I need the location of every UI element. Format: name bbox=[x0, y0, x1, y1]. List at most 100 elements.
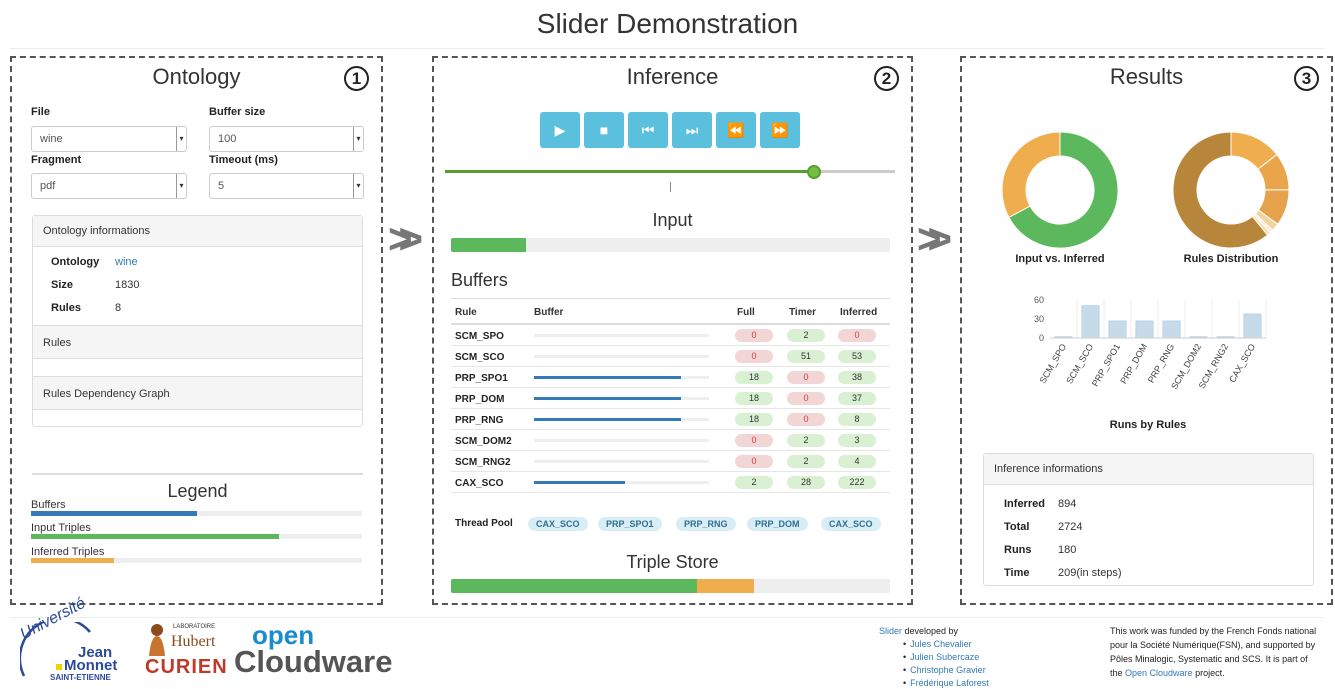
developer-link[interactable]: Julien Subercaze bbox=[903, 652, 989, 665]
step-forward-icon: ⏭ bbox=[685, 122, 699, 138]
buffer-row-cax-sco: CAX_SCO 2 28 222 bbox=[451, 472, 890, 493]
step-forward-button[interactable]: ⏭ bbox=[672, 112, 712, 148]
bar-prp-dom bbox=[1135, 320, 1154, 339]
bar-cax-sco bbox=[1243, 313, 1262, 339]
developer-link[interactable]: Christophe Gravier bbox=[903, 665, 989, 678]
legend-input-bar bbox=[31, 534, 362, 539]
fast-forward-icon: ⏩ bbox=[771, 122, 789, 138]
stop-button[interactable]: ■ bbox=[584, 112, 624, 148]
legend-inferred-label: Inferred Triples bbox=[31, 546, 105, 558]
developers-list: Jules Chevalier Julien Subercaze Christo… bbox=[903, 639, 989, 689]
step-back-button[interactable]: ⏮ bbox=[628, 112, 668, 148]
rules-header[interactable]: Rules bbox=[33, 325, 362, 359]
developed-by-text: developed by bbox=[902, 626, 959, 636]
rules-key: Rules bbox=[51, 302, 81, 314]
results-title: Results bbox=[1109, 64, 1184, 89]
rewind-button[interactable]: ⏪ bbox=[716, 112, 756, 148]
buffer-bar bbox=[534, 334, 709, 337]
developed-by-line: Slider developed by bbox=[879, 626, 958, 636]
inferred-badge: 3 bbox=[838, 434, 876, 447]
step-number-1: 1 bbox=[344, 66, 369, 91]
legend-buffers-bar bbox=[31, 511, 362, 516]
info-key: Time bbox=[1004, 567, 1030, 579]
input-progress-fill bbox=[451, 238, 526, 252]
timeout-select[interactable]: 5 ▾ bbox=[209, 173, 364, 199]
fast-forward-button[interactable]: ⏩ bbox=[760, 112, 800, 148]
rule-name: SCM_RNG2 bbox=[455, 457, 511, 468]
buffer-fill bbox=[534, 376, 681, 379]
fragment-select[interactable]: pdf ▾ bbox=[31, 173, 187, 199]
rules-dependency-graph-header[interactable]: Rules Dependency Graph bbox=[33, 376, 362, 410]
buffer-bar bbox=[534, 418, 709, 421]
ontology-panel: Ontology 1 File wine ▾ Buffer size 100 ▾… bbox=[10, 56, 383, 605]
legend-buffers-label: Buffers bbox=[31, 499, 66, 511]
y-tick-label: 60 bbox=[1034, 295, 1044, 305]
rule-name: PRP_RNG bbox=[455, 415, 504, 426]
buffers-table-header: Rule Buffer Full Timer Inferred bbox=[451, 299, 890, 325]
buffer-row-prp-rng: PRP_RNG 18 0 8 bbox=[451, 409, 890, 430]
full-badge: 0 bbox=[735, 455, 773, 468]
buffer-size-select[interactable]: 100 ▾ bbox=[209, 126, 364, 152]
developer-link[interactable]: Frédérique Laforest bbox=[903, 678, 989, 689]
timer-badge: 2 bbox=[787, 329, 825, 342]
buffer-fill bbox=[534, 481, 625, 484]
buffers-title: Buffers bbox=[451, 270, 508, 290]
input-progress-bar bbox=[451, 238, 890, 252]
buffer-fill bbox=[534, 418, 681, 421]
timeout-value: 5 bbox=[218, 180, 225, 192]
developer-link[interactable]: Jules Chevalier bbox=[903, 639, 989, 652]
inference-info-box: Inference informations Inferred 894 Total 2… bbox=[983, 453, 1314, 586]
info-key: Runs bbox=[1004, 544, 1032, 556]
info-value: 2724 bbox=[1058, 521, 1083, 533]
legend-input-fill bbox=[31, 534, 279, 539]
buffer-row-scm-sco: SCM_SCO 0 51 53 bbox=[451, 346, 890, 367]
hubert-curien-logo: LABORATOIRE Hubert CURIEN bbox=[143, 620, 227, 682]
ontology-link[interactable]: wine bbox=[115, 256, 138, 268]
buffer-bar bbox=[534, 397, 709, 400]
thread-pool-badge: PRP_SPO1 bbox=[598, 517, 662, 531]
thread-pool-badge: PRP_DOM bbox=[747, 517, 808, 531]
file-select-value: wine bbox=[40, 133, 63, 145]
input-vs-inferred-slice-inferred bbox=[1001, 131, 1061, 219]
buffer-bar bbox=[534, 481, 709, 484]
thread-pool-label: Thread Pool bbox=[455, 518, 513, 529]
info-key: Total bbox=[1004, 521, 1030, 533]
open-cloudware-link[interactable]: Open Cloudware bbox=[1125, 668, 1193, 678]
inferred-badge: 38 bbox=[838, 371, 876, 384]
rule-name: SCM_SPO bbox=[455, 331, 504, 342]
slider-track-filled[interactable] bbox=[445, 170, 814, 173]
chevron-down-icon: ▾ bbox=[353, 127, 363, 151]
triple-store-title: Triple Store bbox=[626, 552, 719, 572]
legend-input-label: Input Triples bbox=[31, 522, 91, 534]
rules-distribution-chart bbox=[1172, 131, 1290, 249]
slider-link[interactable]: Slider bbox=[879, 626, 902, 636]
timer-badge: 0 bbox=[787, 392, 825, 405]
col-buffer: Buffer bbox=[534, 307, 564, 318]
timeout-label: Timeout (ms) bbox=[209, 154, 278, 166]
play-button[interactable]: ▶ bbox=[540, 112, 580, 148]
x-tick-label: SCM_SPO bbox=[1038, 342, 1069, 385]
timeline-slider-handle[interactable] bbox=[807, 165, 821, 179]
logo-cloudware-word: Cloudware bbox=[234, 644, 393, 679]
buffer-row-prp-spo1: PRP_SPO1 18 0 38 bbox=[451, 367, 890, 388]
rules-value: 8 bbox=[115, 302, 122, 314]
file-select[interactable]: wine ▾ bbox=[31, 126, 187, 152]
buffer-row-prp-dom: PRP_DOM 18 0 37 bbox=[451, 388, 890, 409]
input-vs-inferred-chart bbox=[1001, 131, 1119, 249]
size-value: 1830 bbox=[115, 279, 140, 291]
triple-store-input-fill bbox=[451, 579, 697, 593]
slider-track-empty[interactable] bbox=[814, 170, 895, 173]
ontology-key: Ontology bbox=[51, 256, 100, 268]
rule-name: SCM_DOM2 bbox=[455, 436, 512, 447]
buffer-size-label: Buffer size bbox=[209, 106, 266, 118]
buffers-table: Rule Buffer Full Timer Inferred SCM_SPO 0… bbox=[451, 298, 890, 493]
input-title: Input bbox=[652, 210, 693, 230]
buffer-row-scm-dom2: SCM_DOM2 0 2 3 bbox=[451, 430, 890, 451]
open-cloudware-logo: open Cloudware bbox=[234, 620, 424, 682]
x-tick-label: PRP_DOM bbox=[1118, 342, 1149, 386]
inferred-badge: 4 bbox=[838, 455, 876, 468]
rule-name: PRP_SPO1 bbox=[455, 373, 508, 384]
full-badge: 0 bbox=[735, 434, 773, 447]
rule-name: SCM_SCO bbox=[455, 352, 505, 363]
ontology-info-header[interactable]: Ontology informations bbox=[33, 216, 362, 247]
